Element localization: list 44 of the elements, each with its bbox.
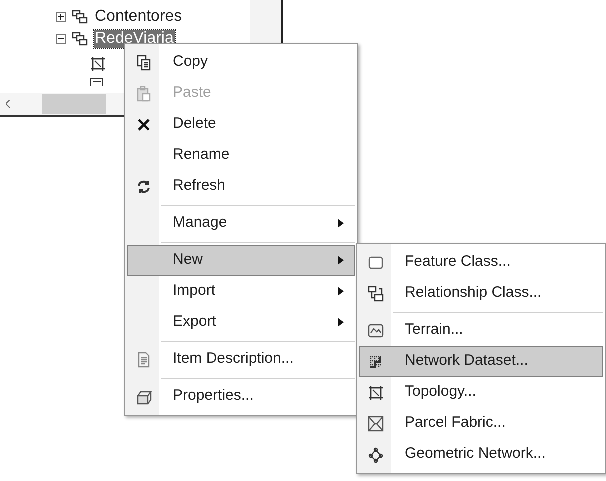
menu-item[interactable]: Manage xyxy=(127,208,355,239)
layer-icon xyxy=(90,78,104,86)
menu-item[interactable]: Topology... xyxy=(359,377,603,408)
grid-icon xyxy=(368,354,384,370)
menu-item[interactable]: Geometric Network... xyxy=(359,439,603,470)
network-icon xyxy=(368,446,384,462)
menu-item[interactable]: Export xyxy=(127,307,355,338)
scrollbar-thumb[interactable] xyxy=(42,94,106,114)
square-icon xyxy=(368,254,384,270)
submenu-arrow-icon xyxy=(338,219,344,228)
linked-boxes-icon xyxy=(368,286,384,302)
menu-item[interactable]: Item Description... xyxy=(127,344,355,375)
box-icon xyxy=(136,388,152,404)
menu-item[interactable]: New xyxy=(127,245,355,276)
menu-item[interactable]: Properties... xyxy=(127,381,355,412)
topology-icon xyxy=(368,384,384,400)
copy-icon xyxy=(136,54,152,70)
terrain-icon xyxy=(368,322,384,338)
scroll-left-icon[interactable] xyxy=(6,100,10,108)
menu-item[interactable]: Delete xyxy=(127,109,355,140)
submenu-arrow-icon xyxy=(338,318,344,327)
submenu-arrow-icon xyxy=(338,287,344,296)
tree-item[interactable]: Contentores xyxy=(94,8,184,26)
folder-icon xyxy=(72,9,88,25)
menu-item[interactable]: Terrain... xyxy=(359,315,603,346)
menu-item[interactable]: Refresh xyxy=(127,171,355,202)
folder-icon xyxy=(72,31,88,47)
menu-item[interactable]: Relationship Class... xyxy=(359,278,603,309)
close-icon xyxy=(136,116,152,132)
submenu-arrow-icon xyxy=(338,256,344,265)
parcel-icon xyxy=(368,416,384,432)
topology-icon xyxy=(90,56,106,72)
menu-item[interactable]: Rename xyxy=(127,140,355,171)
collapse-icon[interactable] xyxy=(56,34,66,44)
scrollbar[interactable] xyxy=(0,93,124,117)
menu-item[interactable]: Network Dataset... xyxy=(359,346,603,377)
refresh-icon xyxy=(136,178,152,194)
document-icon xyxy=(136,352,152,368)
paste-icon xyxy=(136,86,152,102)
menu-item[interactable]: Parcel Fabric... xyxy=(359,408,603,439)
menu-item[interactable]: Import xyxy=(127,276,355,307)
menu-item[interactable]: Feature Class... xyxy=(359,247,603,278)
menu-item[interactable]: Copy xyxy=(127,47,355,78)
expand-icon[interactable] xyxy=(56,12,66,22)
